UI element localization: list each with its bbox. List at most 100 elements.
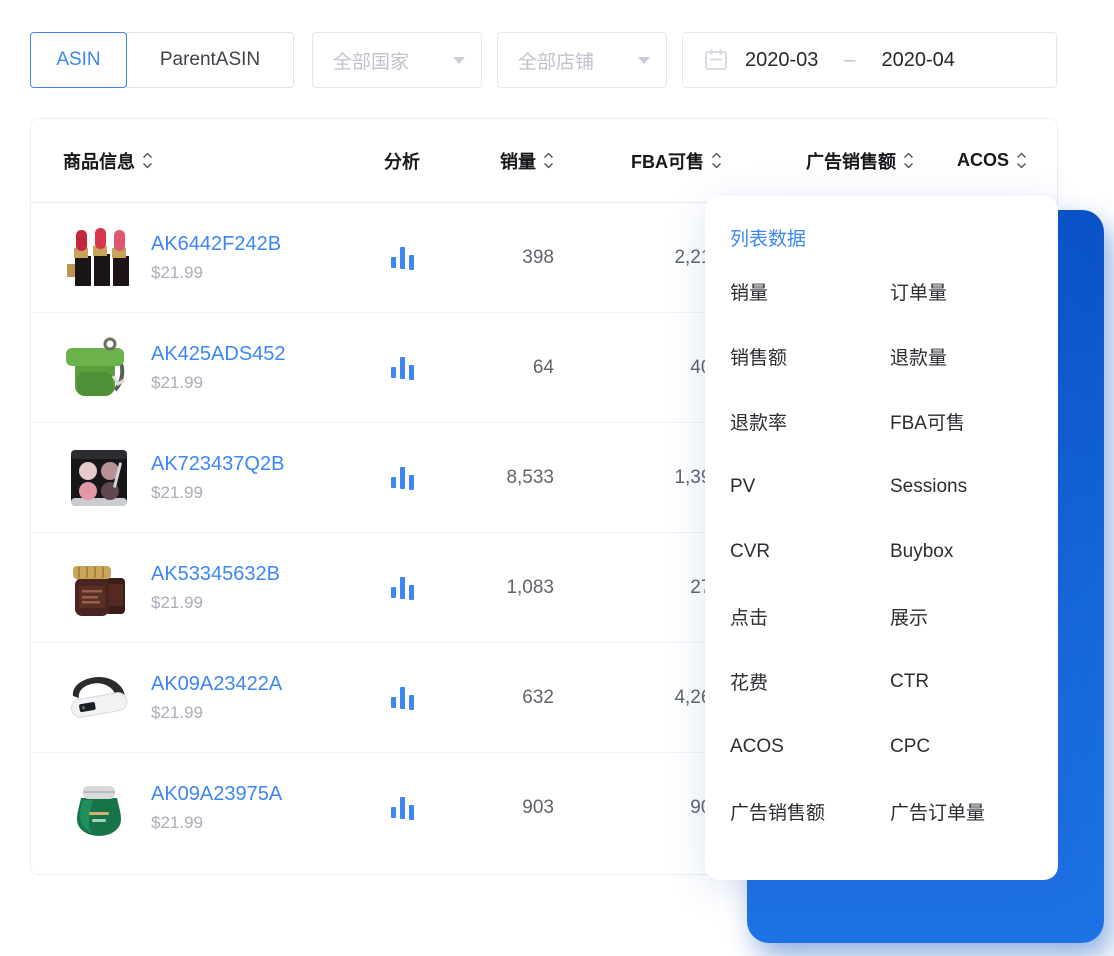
table-header-row: 商品信息 分析 销量 FBA可售 广告销售额: [31, 119, 1057, 203]
bar-chart-icon: [389, 575, 416, 601]
popover-item-cpc[interactable]: CPC: [890, 736, 930, 758]
popover-item-fba[interactable]: FBA可售: [890, 408, 965, 435]
analysis-chart-button[interactable]: [368, 245, 436, 271]
asin-link[interactable]: AK53345632B: [151, 563, 280, 586]
product-text: AK723437Q2B $21.99: [151, 453, 284, 503]
analysis-chart-button[interactable]: [368, 355, 436, 381]
date-separator: –: [844, 49, 855, 72]
product-text: AK09A23975A $21.99: [151, 783, 282, 833]
sort-icon: [543, 152, 554, 169]
asin-link[interactable]: AK723437Q2B: [151, 453, 284, 476]
asin-link[interactable]: AK425ADS452: [151, 343, 286, 366]
popover-item-pv[interactable]: PV: [730, 476, 890, 498]
sales-value: 8,533: [436, 467, 554, 489]
product-image-brown-cream-jar: [63, 552, 135, 624]
col-header-label: 商品信息: [63, 148, 135, 174]
col-header-product[interactable]: 商品信息: [63, 148, 368, 174]
popover-item-acos[interactable]: ACOS: [730, 736, 890, 758]
col-header-label: 广告销售额: [806, 148, 896, 174]
popover-item-clicks[interactable]: 点击: [730, 603, 890, 630]
popover-item-row: ACOS CPC: [730, 714, 1034, 779]
country-select[interactable]: 全部国家: [312, 32, 482, 88]
popover-item-ctr[interactable]: CTR: [890, 671, 929, 693]
tab-asin[interactable]: ASIN: [30, 32, 127, 88]
shop-select-value: 全部店铺: [518, 47, 638, 74]
product-image-green-backpack: [63, 332, 135, 404]
date-start: 2020-03: [745, 49, 818, 72]
popover-item-revenue[interactable]: 销售额: [730, 343, 890, 370]
popover-item-impressions[interactable]: 展示: [890, 603, 928, 630]
product-price: $21.99: [151, 593, 280, 613]
col-header-sales[interactable]: 销量: [436, 148, 554, 174]
page: ASIN ParentASIN 全部国家 全部店铺 2020-03 – 2020…: [0, 0, 1114, 956]
date-range-picker[interactable]: 2020-03 – 2020-04: [682, 32, 1057, 88]
sales-value: 64: [436, 357, 554, 379]
filter-bar: ASIN ParentASIN 全部国家 全部店铺 2020-03 – 2020…: [0, 0, 1114, 96]
shop-select[interactable]: 全部店铺: [497, 32, 667, 88]
product-text: AK53345632B $21.99: [151, 563, 280, 613]
product-cell: AK53345632B $21.99: [63, 552, 368, 624]
col-header-acos[interactable]: ACOS: [914, 150, 1027, 171]
product-text: AK6442F242B $21.99: [151, 233, 281, 283]
popover-item-row: 花费 CTR: [730, 649, 1034, 714]
col-header-analysis: 分析: [368, 148, 436, 174]
popover-item-cvr[interactable]: CVR: [730, 541, 890, 563]
calendar-icon: [703, 47, 729, 73]
popover-item-row: 退款率 FBA可售: [730, 389, 1034, 454]
col-header-label: ACOS: [957, 150, 1009, 171]
tab-parentasin[interactable]: ParentASIN: [126, 32, 294, 88]
product-image-lipstick-set: [63, 222, 135, 294]
bar-chart-icon: [389, 245, 416, 271]
product-cell: AK09A23975A $21.99: [63, 772, 368, 844]
chevron-down-icon: [638, 57, 650, 64]
popover-item-row: 销售额 退款量: [730, 324, 1034, 389]
col-header-label: FBA可售: [631, 148, 704, 174]
chevron-down-icon: [453, 57, 465, 64]
col-header-ad-sales[interactable]: 广告销售额: [722, 148, 914, 174]
fba-value: 276: [554, 577, 722, 599]
fba-value: 1,393: [554, 467, 722, 489]
analysis-chart-button[interactable]: [368, 685, 436, 711]
popover-item-refund-rate[interactable]: 退款率: [730, 408, 890, 435]
sort-icon: [711, 152, 722, 169]
product-price: $21.99: [151, 703, 282, 723]
analysis-chart-button[interactable]: [368, 795, 436, 821]
popover-item-row: PV Sessions: [730, 454, 1034, 519]
popover-item-ad-orders[interactable]: 广告订单量: [890, 798, 985, 825]
popover-item-buybox[interactable]: Buybox: [890, 541, 953, 563]
product-price: $21.99: [151, 813, 282, 833]
fba-value: 2,213: [554, 247, 722, 269]
bar-chart-icon: [389, 795, 416, 821]
sort-icon: [1016, 152, 1027, 169]
fba-value: 403: [554, 357, 722, 379]
product-cell: AK6442F242B $21.99: [63, 222, 368, 294]
analysis-chart-button[interactable]: [368, 465, 436, 491]
sales-value: 398: [436, 247, 554, 269]
list-data-popover: 列表数据 销量 订单量 销售额 退款量 退款率 FBA可售 PV Session…: [705, 196, 1058, 880]
popover-item-sessions[interactable]: Sessions: [890, 476, 967, 498]
product-cell: AK425ADS452 $21.99: [63, 332, 368, 404]
analysis-chart-button[interactable]: [368, 575, 436, 601]
popover-item-refund-qty[interactable]: 退款量: [890, 343, 947, 370]
popover-item-orders[interactable]: 订单量: [890, 278, 947, 305]
product-price: $21.99: [151, 483, 284, 503]
popover-panel: 列表数据 销量 订单量 销售额 退款量 退款率 FBA可售 PV Session…: [705, 196, 1058, 880]
popover-item-row: 销量 订单量: [730, 259, 1034, 324]
sales-value: 903: [436, 797, 554, 819]
popover-item-sales[interactable]: 销量: [730, 278, 890, 305]
col-header-fba[interactable]: FBA可售: [554, 148, 722, 174]
product-price: $21.99: [151, 263, 281, 283]
product-image-smart-band: [63, 662, 135, 734]
asin-link[interactable]: AK09A23422A: [151, 673, 282, 696]
col-header-label: 销量: [500, 148, 536, 174]
asin-link[interactable]: AK09A23975A: [151, 783, 282, 806]
sort-icon: [903, 152, 914, 169]
popover-item-spend[interactable]: 花费: [730, 668, 890, 695]
popover-item-ad-sales[interactable]: 广告销售额: [730, 798, 890, 825]
product-text: AK09A23422A $21.99: [151, 673, 282, 723]
product-cell: AK09A23422A $21.99: [63, 662, 368, 734]
col-header-label: 分析: [384, 148, 420, 174]
asin-link[interactable]: AK6442F242B: [151, 233, 281, 256]
product-cell: AK723437Q2B $21.99: [63, 442, 368, 514]
asin-type-segmented: ASIN ParentASIN: [30, 32, 294, 88]
